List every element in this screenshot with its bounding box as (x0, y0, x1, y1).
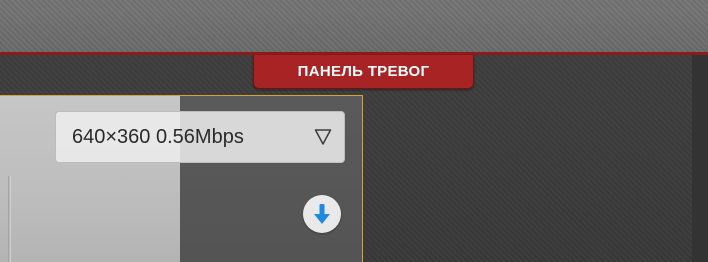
video-frame-pole (8, 176, 11, 262)
top-toolbar-area (0, 0, 708, 52)
right-edge-band (692, 55, 708, 262)
triangle-down-outline-icon (314, 126, 332, 148)
stream-quality-select[interactable]: 640×360 0.56Mbps (55, 111, 345, 163)
alarm-panel-tab[interactable]: ПАНЕЛЬ ТРЕВОГ (253, 55, 474, 89)
stream-bitrate: 0.56Mbps (155, 125, 244, 148)
download-button[interactable] (303, 195, 341, 233)
stream-resolution: 640×360 (72, 125, 151, 148)
